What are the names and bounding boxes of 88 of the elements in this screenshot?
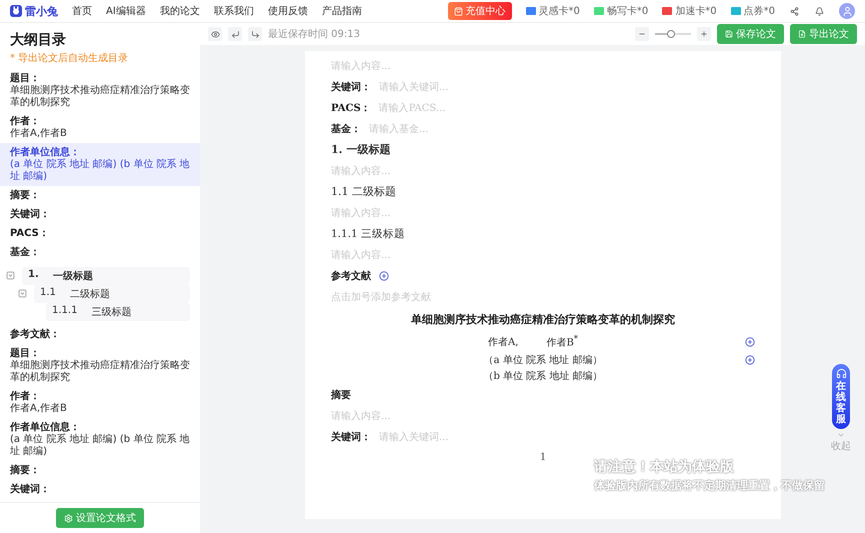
card-count: 灵感卡*0	[538, 4, 580, 18]
field-label: 基金：	[331, 122, 361, 136]
outline-section[interactable]: 作者： 作者A,作者B	[0, 387, 200, 418]
zoom-out-icon[interactable]	[635, 27, 649, 41]
outline-section[interactable]: 作者单位信息： (a 单位 院系 地址 邮编) (b 单位 院系 地址 邮编)	[0, 143, 200, 186]
nav-link[interactable]: 联系我们	[214, 4, 254, 18]
outline-section[interactable]: 题目： 单细胞测序技术推动癌症精准治疗策略变革的机制探究	[0, 69, 200, 112]
toggle-icon[interactable]	[6, 271, 15, 280]
field-label: 关键词：	[331, 430, 371, 444]
outline-section[interactable]: 作者单位信息： (a 单位 院系 地址 邮编) (b 单位 院系 地址 邮编)	[0, 418, 200, 461]
heading: 1. 一级标题	[331, 142, 390, 157]
section-label: 题目：	[10, 72, 41, 84]
section-label: 作者单位信息：	[10, 146, 81, 158]
nav-link[interactable]: AI编辑器	[106, 4, 146, 18]
save-icon	[725, 30, 733, 38]
section-value: (a 单位 院系 地址 邮编) (b 单位 院系 地址 邮编)	[10, 434, 190, 458]
export-icon	[798, 30, 806, 38]
section-label: 关键词：	[10, 483, 51, 496]
outline-section[interactable]: 基金：	[0, 243, 200, 262]
author-name: 作者A,	[488, 336, 518, 348]
outline-section[interactable]: 参考文献：	[0, 325, 200, 344]
recharge-button[interactable]: 充值中心	[448, 2, 512, 20]
nav-link[interactable]: 首页	[72, 4, 92, 18]
outline-section[interactable]: 关键词：	[0, 480, 200, 499]
card-count: 畅写卡*0	[606, 4, 648, 18]
paper-title: 单细胞测序技术推动癌症精准治疗策略变革的机制探究	[411, 312, 675, 326]
save-time: 最近保存时间 09:13	[268, 28, 360, 41]
slider-thumb[interactable]	[667, 30, 676, 38]
section-label: 关键词：	[10, 208, 51, 221]
card-count: 点券*0	[744, 4, 775, 18]
headset-icon	[836, 368, 846, 379]
section-heading: 摘要	[331, 388, 351, 402]
section-label: 基金：	[10, 246, 41, 259]
gear-icon	[64, 514, 73, 522]
section-label: 摘要：	[10, 464, 41, 477]
card-count: 加速卡*0	[675, 4, 717, 18]
bell-icon[interactable]	[814, 6, 825, 16]
outline-section[interactable]: 摘要：	[0, 186, 200, 205]
bag-icon	[454, 6, 462, 16]
section-label: 参考文献：	[10, 328, 61, 341]
section-label: 作者：	[10, 115, 41, 128]
section-value: 单细胞测序技术推动癌症精准治疗策略变革的机制探究	[10, 85, 190, 109]
outline-section[interactable]: 作者： 作者A,作者B	[0, 112, 200, 143]
affiliation: （a 单位 院系 地址 邮编）	[484, 354, 602, 367]
outline-item[interactable]: 1.1 二级标题	[34, 284, 190, 302]
sidebar-note: * 导出论文后自动生成目录	[10, 52, 130, 65]
add-icon[interactable]	[745, 336, 755, 346]
redo-icon[interactable]	[248, 27, 262, 41]
preview-icon[interactable]	[208, 27, 222, 41]
heading: 1.1.1 三级标题	[331, 226, 406, 240]
logo-text: 雷小兔	[25, 4, 58, 18]
online-service-button[interactable]: 在线客服	[832, 364, 850, 429]
undo-icon[interactable]	[228, 27, 242, 41]
outline-section[interactable]: PACS：	[0, 224, 200, 243]
outline-item[interactable]: 1.1.1 三级标题	[46, 302, 190, 320]
notice-title: 请注意！本站为体验版	[594, 458, 736, 476]
section-heading: 参考文献	[331, 270, 371, 282]
section-label: 作者：	[10, 390, 41, 402]
page-number: 1	[540, 452, 546, 463]
section-label: 作者单位信息：	[10, 421, 81, 434]
section-value: 作者A,作者B	[10, 128, 68, 140]
notice-text: 体验版内所有数据将不定期清理重置，不做保留	[594, 478, 825, 493]
section-value: (a 单位 院系 地址 邮编) (b 单位 院系 地址 邮编)	[10, 159, 190, 183]
logo-icon	[10, 5, 22, 17]
affiliation: （b 单位 院系 地址 邮编）	[483, 370, 603, 383]
section-value: 作者A,作者B	[10, 403, 68, 415]
add-icon[interactable]	[745, 355, 755, 365]
heading: 1.1 二级标题	[331, 184, 396, 199]
outline-section[interactable]: 关键词：	[0, 205, 200, 224]
nav-link[interactable]: 我的论文	[160, 4, 200, 18]
nav-link[interactable]: 使用反馈	[268, 4, 308, 18]
sidebar-title: 大纲目录	[10, 31, 67, 49]
outline-item[interactable]: 1. 一级标题	[22, 266, 190, 284]
add-icon[interactable]	[379, 270, 389, 280]
section-label: PACS：	[10, 227, 50, 240]
section-label: 摘要：	[10, 189, 41, 202]
share-icon[interactable]	[789, 6, 800, 16]
field-label: PACS：	[331, 102, 371, 114]
author-name: 作者B$^{*}$	[546, 333, 578, 350]
field-label: 关键词：	[331, 80, 371, 94]
chevron-icon	[837, 431, 845, 439]
nav-link[interactable]: 产品指南	[322, 4, 362, 18]
section-value: 单细胞测序技术推动癌症精准治疗策略变革的机制探究	[10, 360, 190, 384]
section-label: 题目：	[10, 347, 41, 360]
outline-section[interactable]: 题目： 单细胞测序技术推动癌症精准治疗策略变革的机制探究	[0, 344, 200, 387]
zoom-in-icon[interactable]	[697, 27, 711, 41]
toggle-icon[interactable]	[18, 289, 27, 298]
outline-section[interactable]: 摘要：	[0, 461, 200, 480]
